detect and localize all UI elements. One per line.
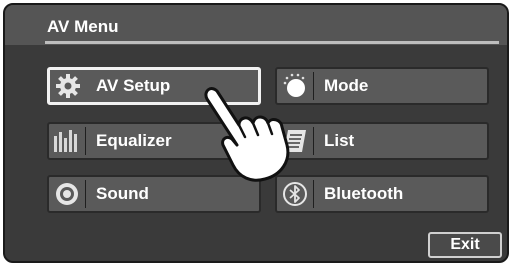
list-icon — [277, 124, 313, 158]
equalizer-icon — [49, 124, 85, 158]
bluetooth-icon — [277, 177, 313, 211]
mode-label: Mode — [324, 76, 369, 95]
speaker-icon — [49, 177, 85, 211]
av-setup-label: AV Setup — [96, 76, 171, 95]
gear-icon — [50, 70, 86, 102]
page-title: AV Menu — [47, 17, 119, 36]
mode-dial-icon — [277, 69, 313, 103]
av-menu-screen: AV Menu AV Setup Equalizer Sound Mode Li… — [3, 3, 509, 263]
av-setup-button[interactable]: AV Setup — [47, 67, 261, 105]
sound-label: Sound — [96, 184, 149, 203]
title-bar: AV Menu — [5, 5, 507, 45]
bluetooth-button[interactable]: Bluetooth — [275, 175, 489, 213]
equalizer-button[interactable]: Equalizer — [47, 122, 261, 160]
mode-button[interactable]: Mode — [275, 67, 489, 105]
title-underline — [45, 41, 499, 44]
list-label: List — [324, 131, 355, 150]
equalizer-label: Equalizer — [96, 131, 172, 150]
list-button[interactable]: List — [275, 122, 489, 160]
exit-button[interactable]: Exit — [428, 232, 502, 258]
bluetooth-label: Bluetooth — [324, 184, 404, 203]
sound-button[interactable]: Sound — [47, 175, 261, 213]
